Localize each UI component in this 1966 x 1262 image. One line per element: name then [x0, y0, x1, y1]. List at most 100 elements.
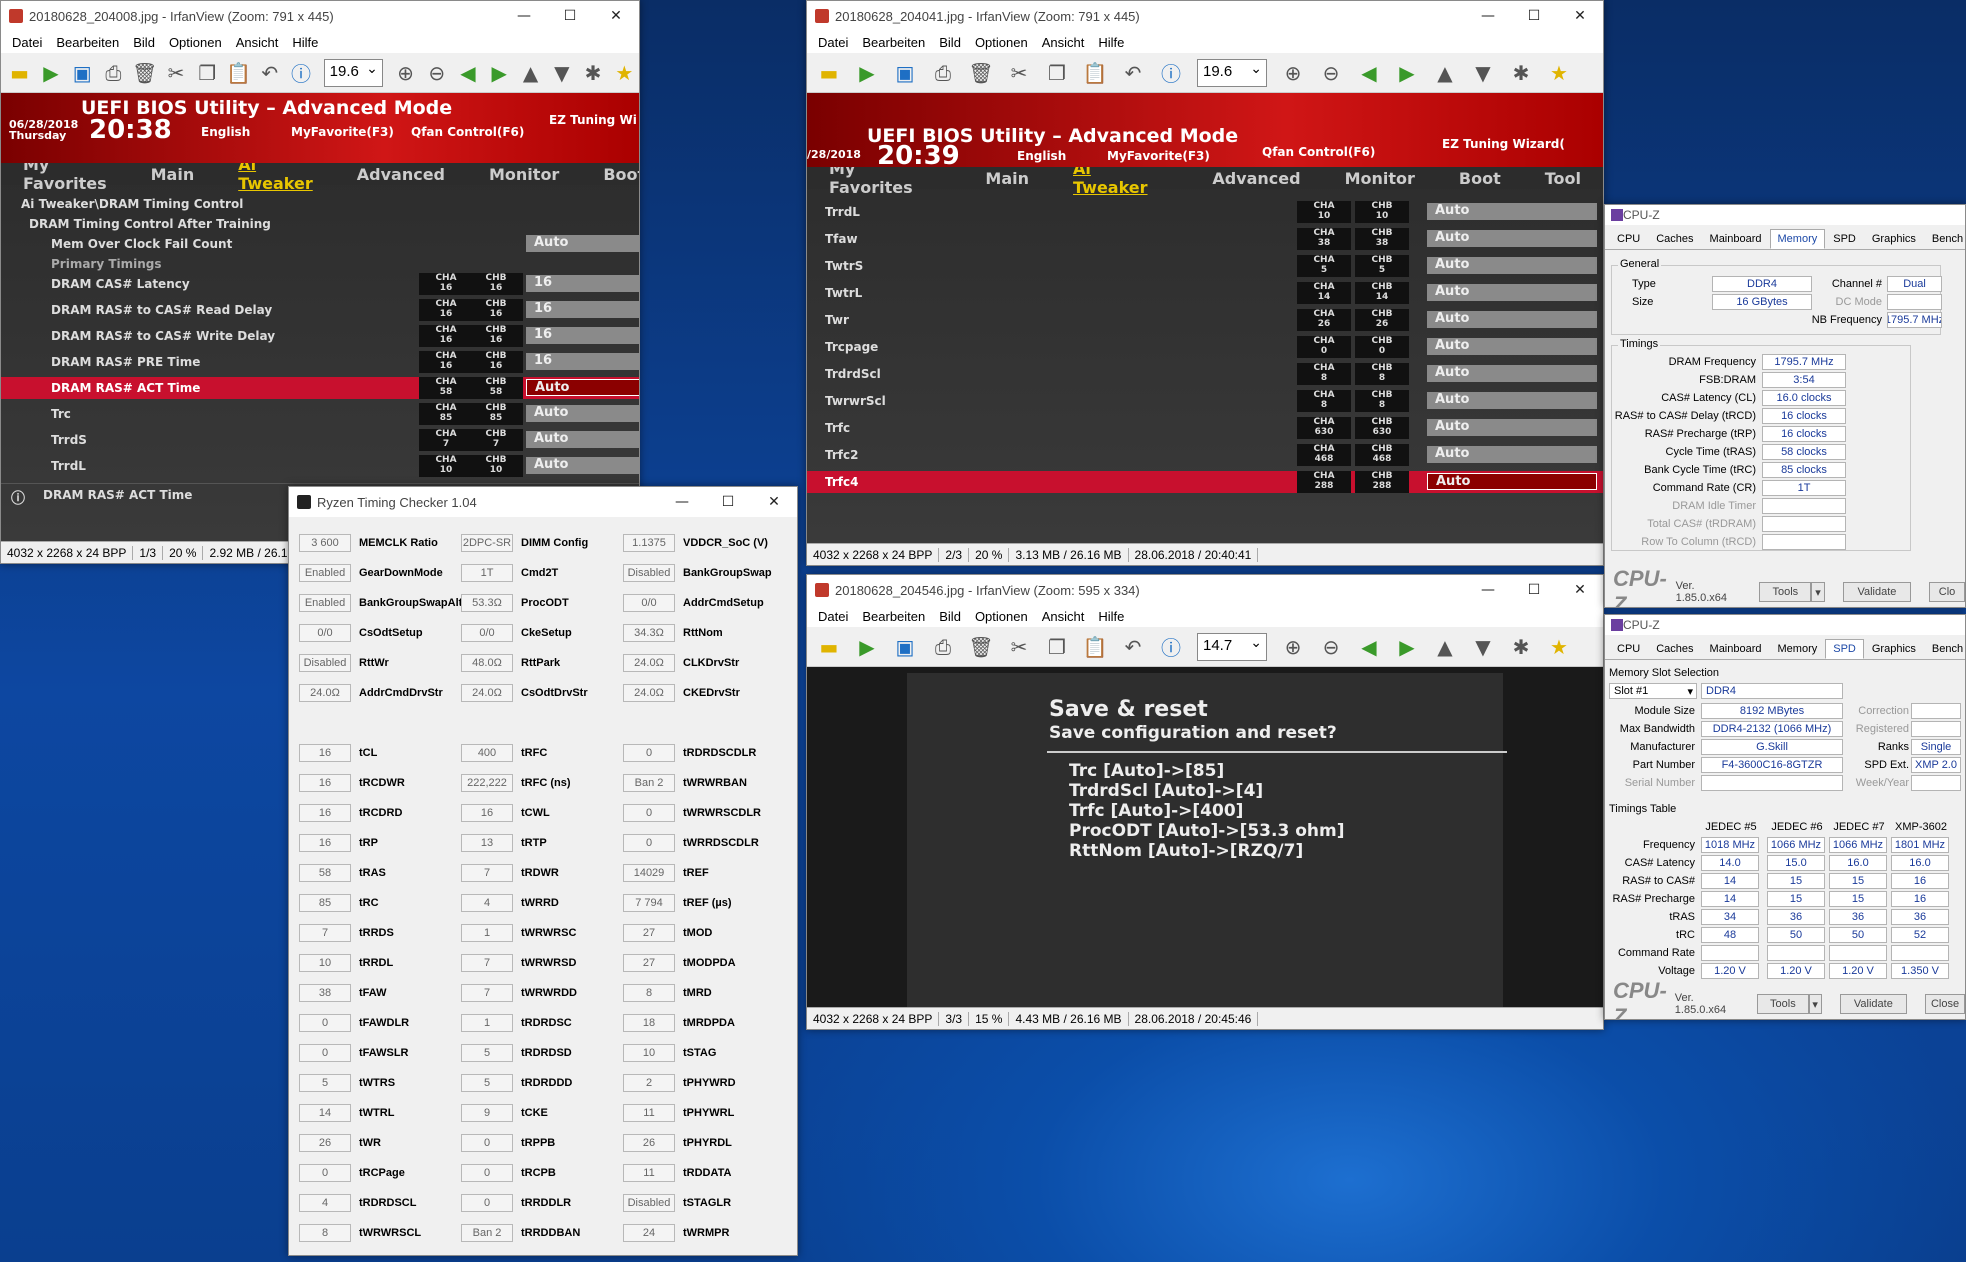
copy-icon[interactable]: ❐ [1039, 56, 1075, 90]
undo-icon[interactable]: ↶ [1115, 630, 1151, 664]
settings-icon[interactable]: ✱ [578, 56, 607, 90]
irfanview-window-1[interactable]: 20180628_204008.jpg - IrfanView (Zoom: 7… [0, 0, 640, 564]
bios-timing-row[interactable]: TwtrS CHA 5 CHB 5 Auto [807, 255, 1603, 277]
menu-datei[interactable]: Datei [811, 35, 855, 50]
menu-hilfe[interactable]: Hilfe [285, 35, 325, 50]
paste-icon[interactable]: 📋 [1077, 630, 1113, 664]
copy-icon[interactable]: ❐ [1039, 630, 1075, 664]
menu-bild[interactable]: Bild [126, 35, 162, 50]
menu-datei[interactable]: Datei [811, 609, 855, 624]
bios-timing-row[interactable]: TrdrdScl CHA 8 CHB 8 Auto [807, 363, 1603, 385]
menu-optionen[interactable]: Optionen [162, 35, 229, 50]
maximize-icon[interactable]: ☐ [547, 1, 593, 31]
slideshow-icon[interactable]: ▶ [849, 630, 885, 664]
up-arrow-icon[interactable]: ▲ [1427, 630, 1463, 664]
menu-bearbeiten[interactable]: Bearbeiten [855, 609, 932, 624]
bios-row-value[interactable]: Auto [1427, 230, 1597, 247]
paste-icon[interactable]: 📋 [1077, 56, 1113, 90]
up-arrow-icon[interactable]: ▲ [516, 56, 545, 90]
tab-cpu[interactable]: CPU [1609, 229, 1648, 249]
bios-row-value[interactable]: 16 [526, 275, 639, 292]
bios-row-value[interactable]: Auto [1427, 419, 1597, 436]
cut-icon[interactable]: ✂ [1001, 56, 1037, 90]
title-bar[interactable]: Ryzen Timing Checker 1.04 — ☐ ✕ [289, 487, 797, 517]
zoom-select[interactable]: 19.6 [323, 58, 383, 87]
print-icon[interactable]: ⎙ [99, 56, 128, 90]
prev-image-icon[interactable]: ◀ [1351, 56, 1387, 90]
bios-row-value[interactable]: Auto [1427, 338, 1597, 355]
tab-graphics[interactable]: Graphics [1864, 639, 1924, 659]
slideshow-icon[interactable]: ▶ [849, 56, 885, 90]
tab-caches[interactable]: Caches [1648, 229, 1701, 249]
title-bar[interactable]: 20180628_204546.jpg - IrfanView (Zoom: 5… [807, 575, 1603, 605]
bios-row-value[interactable]: Auto [1427, 365, 1597, 382]
bios-timing-row[interactable]: Trfc4 CHA 288 CHB 288 Auto [807, 471, 1603, 493]
tab-memory[interactable]: Memory [1770, 639, 1826, 659]
tab-mainboard[interactable]: Mainboard [1702, 229, 1770, 249]
zoom-in-icon[interactable]: ⊕ [391, 56, 420, 90]
tools-dropdown-icon[interactable]: ▾ [1811, 582, 1825, 602]
info-icon[interactable]: ⓘ [1153, 56, 1189, 90]
title-bar[interactable]: 20180628_204008.jpg - IrfanView (Zoom: 7… [1, 1, 639, 31]
slideshow-icon[interactable]: ▶ [36, 56, 65, 90]
bios-row-value[interactable]: Auto [1427, 257, 1597, 274]
irfanview-window-2[interactable]: 20180628_204041.jpg - IrfanView (Zoom: 7… [806, 0, 1604, 566]
bios-timing-row[interactable]: TwtrL CHA 14 CHB 14 Auto [807, 282, 1603, 304]
bios-timing-row[interactable]: TwrwrScl CHA 8 CHB 8 Auto [807, 390, 1603, 412]
cut-icon[interactable]: ✂ [1001, 630, 1037, 664]
bios-row-value[interactable]: Auto [1427, 311, 1597, 328]
copy-icon[interactable]: ❐ [193, 56, 222, 90]
minimize-icon[interactable]: — [659, 487, 705, 517]
bios-timing-row[interactable]: DRAM RAS# to CAS# Read Delay CHA 16 CHB 16 16 [1, 299, 639, 321]
bios-row-value[interactable]: Auto [1427, 392, 1597, 409]
close-icon[interactable]: ✕ [1557, 575, 1603, 605]
settings-icon[interactable]: ✱ [1503, 56, 1539, 90]
menu-bearbeiten[interactable]: Bearbeiten [49, 35, 126, 50]
maximize-icon[interactable]: ☐ [705, 487, 751, 517]
tab-spd[interactable]: SPD [1825, 229, 1864, 249]
bios-row-value[interactable]: 16 [526, 327, 639, 344]
irfanview-window-3[interactable]: 20180628_204546.jpg - IrfanView (Zoom: 5… [806, 574, 1604, 1030]
bios-timing-row[interactable]: DRAM RAS# ACT Time CHA 58 CHB 58 Auto [1, 377, 639, 399]
menu-ansicht[interactable]: Ansicht [1035, 35, 1092, 50]
up-arrow-icon[interactable]: ▲ [1427, 56, 1463, 90]
close-icon[interactable]: ✕ [1557, 1, 1603, 31]
tab-graphics[interactable]: Graphics [1864, 229, 1924, 249]
validate-button[interactable]: Validate [1839, 994, 1908, 1014]
bios-timing-row[interactable]: DRAM CAS# Latency CHA 16 CHB 16 16 [1, 273, 639, 295]
tools-dropdown-icon[interactable]: ▾ [1808, 994, 1822, 1014]
close-button[interactable]: Close [1925, 994, 1965, 1014]
bios-timing-row[interactable]: Trc CHA 85 CHB 85 Auto [1, 403, 639, 425]
delete-icon[interactable]: 🗑 [963, 56, 999, 90]
info-icon[interactable]: ⓘ [286, 56, 315, 90]
menu-ansicht[interactable]: Ansicht [229, 35, 286, 50]
cpuz-spd-window[interactable]: CPU-Z CPU Caches Mainboard Memory SPD Graphic… [1604, 614, 1966, 1020]
ryzen-timing-checker-window[interactable]: Ryzen Timing Checker 1.04 — ☐ ✕ 3 600 MEMCL… [288, 486, 798, 1256]
delete-icon[interactable]: 🗑 [963, 630, 999, 664]
zoom-in-icon[interactable]: ⊕ [1275, 630, 1311, 664]
zoom-select[interactable]: 14.7 [1197, 632, 1267, 661]
zoom-out-icon[interactable]: ⊖ [1313, 56, 1349, 90]
close-button[interactable]: Clo [1929, 582, 1965, 602]
next-image-icon[interactable]: ▶ [485, 56, 514, 90]
cpuz-memory-window[interactable]: CPU-Z CPU Caches Mainboard Memory SPD Graphic… [1604, 204, 1966, 608]
tools-button[interactable]: Tools [1757, 994, 1809, 1014]
next-image-icon[interactable]: ▶ [1389, 56, 1425, 90]
undo-icon[interactable]: ↶ [255, 56, 284, 90]
bios-timing-row[interactable]: Tfaw CHA 38 CHB 38 Auto [807, 228, 1603, 250]
menu-datei[interactable]: Datei [5, 35, 49, 50]
bios-timing-row[interactable]: DRAM RAS# PRE Time CHA 16 CHB 16 16 [1, 351, 639, 373]
title-bar[interactable]: 20180628_204041.jpg - IrfanView (Zoom: 7… [807, 1, 1603, 31]
info-icon[interactable]: ⓘ [1153, 630, 1189, 664]
bios-row-value[interactable]: Auto [1427, 446, 1597, 463]
bios-timing-row[interactable]: Trfc CHA 630 CHB 630 Auto [807, 417, 1603, 439]
favorite-star-icon[interactable]: ★ [1541, 56, 1577, 90]
bios-timing-row[interactable]: Trfc2 CHA 468 CHB 468 Auto [807, 444, 1603, 466]
favorite-star-icon[interactable]: ★ [1541, 630, 1577, 664]
tab-spd[interactable]: SPD [1825, 639, 1864, 659]
validate-button[interactable]: Validate [1842, 582, 1912, 602]
delete-icon[interactable]: 🗑 [130, 56, 159, 90]
menu-optionen[interactable]: Optionen [968, 35, 1035, 50]
minimize-icon[interactable]: — [1465, 1, 1511, 31]
bios-timing-row[interactable]: Twr CHA 26 CHB 26 Auto [807, 309, 1603, 331]
